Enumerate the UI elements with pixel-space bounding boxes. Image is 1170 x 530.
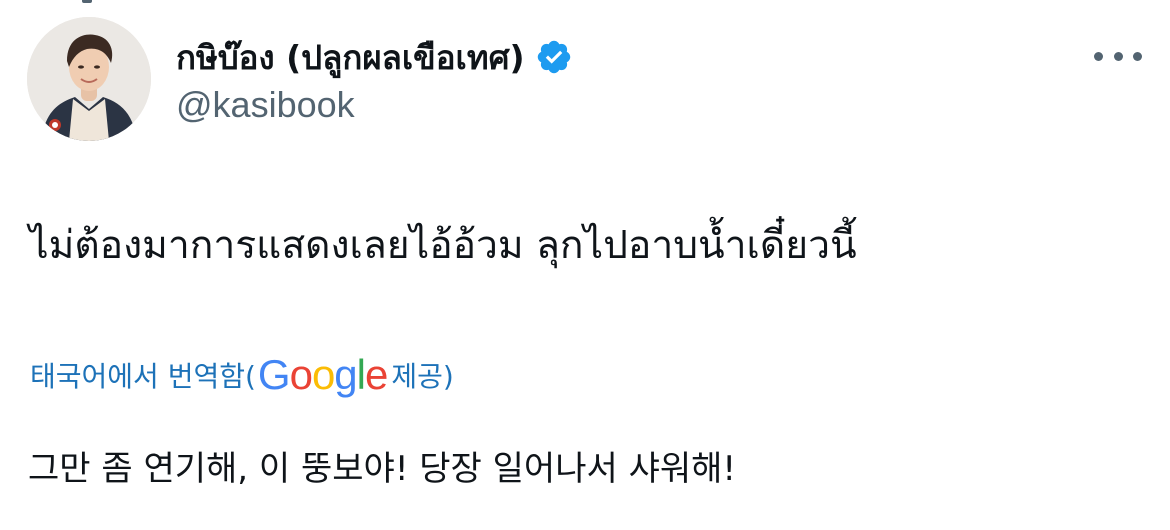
more-horizontal-icon: [1133, 51, 1142, 61]
tweet-text: ไม่ต้องมาการแสดงเลยไอ้อ้วม ลุกไปอาบน้ำเด…: [29, 223, 857, 268]
google-logo-letter: e: [365, 351, 388, 398]
avatar-image: [27, 17, 151, 141]
google-logo-letter: o: [311, 351, 335, 398]
divider: [82, 0, 92, 3]
translated-text: 그만 좀 연기해, 이 뚱보야! 당장 일어나서 샤워해!: [28, 449, 737, 489]
more-horizontal-icon: [1113, 51, 1123, 61]
display-name[interactable]: กษิบ๊อง (ปลูกผลเขือเทศ): [176, 31, 525, 84]
google-logo-letter: g: [334, 351, 357, 398]
google-logo-letter: G: [257, 351, 291, 398]
avatar[interactable]: [27, 17, 151, 141]
google-logo-letter: l: [356, 351, 366, 398]
author-name-row[interactable]: กษิบ๊อง (ปลูกผลเขือเทศ): [176, 34, 573, 80]
translation-label-suffix[interactable]: 제공): [391, 355, 453, 395]
google-logo: G o o g l e: [257, 351, 388, 399]
author-handle[interactable]: @kasibook: [176, 84, 355, 126]
verified-badge-icon: [537, 40, 570, 74]
more-horizontal-icon: [1094, 51, 1103, 61]
google-logo-letter: o: [289, 351, 313, 398]
translation-label-prefix[interactable]: 태국어에서 번역함(: [30, 355, 256, 395]
translation-attribution[interactable]: 태국어에서 번역함( G o o g l e 제공): [30, 350, 454, 400]
more-options-button[interactable]: [1094, 42, 1142, 70]
tweet: กษิบ๊อง (ปลูกผลเขือเทศ) @kasibook ไม่ต้อ…: [0, 0, 1170, 530]
